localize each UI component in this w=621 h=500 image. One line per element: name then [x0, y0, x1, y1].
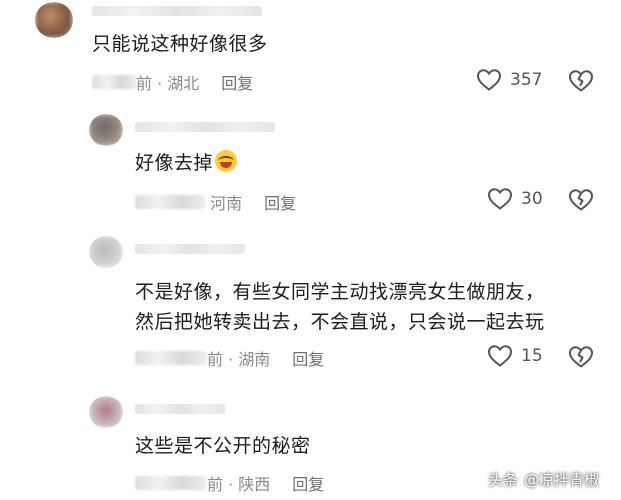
avatar[interactable]	[89, 236, 123, 268]
like-count: 357	[510, 70, 543, 90]
comment-location: 河南	[210, 194, 243, 213]
comment-location: 湖北	[167, 74, 200, 93]
dislike-button[interactable]	[568, 188, 594, 216]
broken-heart-icon	[569, 70, 593, 92]
comment-time: 前 · 陕西	[135, 471, 270, 495]
avatar[interactable]	[89, 396, 123, 428]
like-button[interactable]: 15	[487, 344, 543, 368]
comment-location: 湖南	[238, 350, 271, 369]
avatar[interactable]	[89, 114, 123, 146]
broken-heart-icon	[569, 189, 593, 211]
comment-text: 这些是不公开的秘密	[135, 435, 311, 457]
comment-time: 前 · 湖南	[135, 346, 270, 370]
like-count: 30	[521, 189, 543, 209]
watermark-handle: @凉拌青椒	[523, 471, 599, 489]
heart-outline-icon	[487, 188, 513, 210]
username[interactable]	[92, 6, 262, 16]
comment-meta: 前 · 陕西 回复	[135, 471, 324, 495]
comment-location: 陕西	[238, 475, 271, 494]
heart-outline-icon	[487, 345, 513, 367]
reply-button[interactable]: 回复	[292, 346, 324, 370]
comment-text: 只能说这种好像很多	[92, 33, 268, 55]
comment-text: 好像去掉	[135, 147, 238, 179]
comment-text-line2: 然后把她转卖出去，不会直说，只会说一起去玩	[135, 311, 545, 333]
dislike-button[interactable]	[568, 69, 594, 97]
watermark-prefix: 头条	[487, 471, 518, 489]
username[interactable]	[135, 244, 245, 254]
comment-time: 前 · 湖北	[92, 70, 199, 94]
broken-heart-icon	[569, 346, 593, 368]
comment-meta: 前 · 湖南 回复	[135, 346, 324, 370]
laughing-crying-emoji-icon	[215, 150, 238, 172]
comment-meta: 河南 回复	[135, 190, 296, 214]
username[interactable]	[135, 122, 275, 132]
reply-button[interactable]: 回复	[221, 70, 253, 94]
watermark: 头条 @凉拌青椒	[488, 469, 599, 490]
dislike-button[interactable]	[568, 345, 594, 373]
avatar[interactable]	[35, 2, 73, 38]
like-count: 15	[521, 346, 543, 366]
reply-button[interactable]: 回复	[292, 471, 324, 495]
comment-meta: 前 · 湖北 回复	[92, 70, 253, 94]
like-button[interactable]: 30	[487, 187, 543, 211]
reply-button[interactable]: 回复	[264, 190, 296, 214]
heart-outline-icon	[476, 69, 502, 91]
username[interactable]	[135, 404, 225, 414]
comment-time: 河南	[135, 190, 242, 214]
like-button[interactable]: 357	[476, 68, 542, 92]
comment-text-line1: 不是好像，有些女同学主动找漂亮女生做朋友，	[135, 281, 545, 303]
